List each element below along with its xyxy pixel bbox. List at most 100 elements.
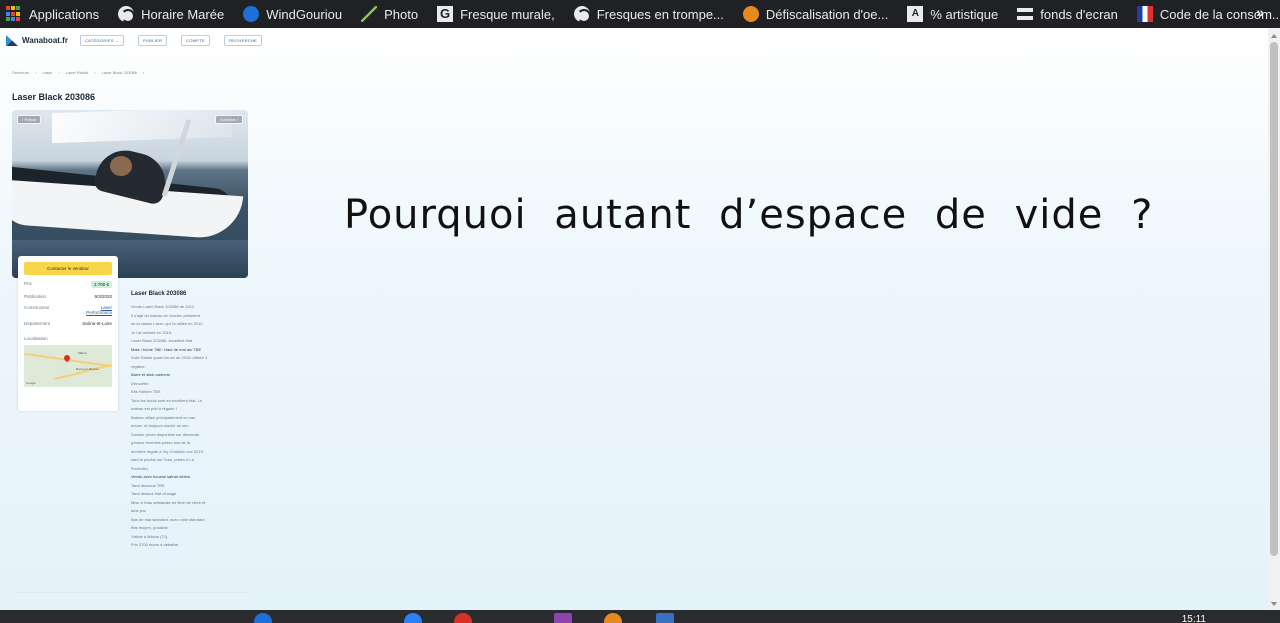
app-taskbar-icon[interactable]	[554, 613, 572, 623]
description: Laser Black 203086 Vends Laser Black 203…	[131, 291, 241, 550]
breadcrumb-deriveurs[interactable]: Dériveurs	[12, 70, 29, 75]
description-line: douce, et toujours stocké au sec.	[131, 423, 190, 428]
description-line: état moyen, possible.	[131, 525, 169, 530]
description-line: Il s'agit du bateau de l'ancien présiden…	[131, 312, 200, 318]
annotation-text: Pourquoi autant d’espace de vide ?	[344, 192, 1154, 238]
description-lines: Vends Laser Black 203086 de 2012. Il s'ag…	[131, 303, 241, 550]
department-label: Département	[24, 321, 51, 326]
bookmark-fonds-ecran[interactable]: fonds d'ecran	[1017, 4, 1118, 24]
globe-icon	[573, 6, 591, 23]
site-logo[interactable]: Wanaboat.fr	[22, 36, 68, 45]
app-taskbar-icon[interactable]	[604, 613, 622, 623]
nav-publier-button[interactable]: PUBLIER	[137, 35, 168, 46]
apps-grid-icon	[6, 6, 22, 22]
nav-recherche-button[interactable]: RECHERCHE	[224, 35, 263, 46]
builder-value: Laser Performance	[86, 305, 112, 315]
chrome-taskbar-icon[interactable]	[454, 613, 472, 623]
fonds-icon	[1017, 8, 1034, 20]
description-line: Mats / bôme TBE. Haut de mat alu TBE	[131, 346, 202, 352]
bookmark-defiscalisation[interactable]: Défiscalisation d'oe...	[742, 4, 888, 24]
publication-value: 9/3/2020	[94, 294, 112, 299]
breadcrumb-separator: ›	[94, 70, 96, 75]
back-button[interactable]: ‹ Retour	[17, 115, 42, 124]
bookmark-applications[interactable]: Applications	[6, 4, 99, 24]
breadcrumb-separator: ›	[143, 70, 145, 75]
breadcrumb-laser[interactable]: Laser	[42, 70, 52, 75]
location-label: Localisation	[24, 336, 48, 341]
bookmark-photo[interactable]: Photo	[361, 4, 418, 24]
description-line: Vendu avec housse safran dérive.	[131, 474, 192, 479]
description-line: Taud dessous TBE	[131, 482, 165, 488]
breadcrumb-separator: ›	[58, 70, 60, 75]
description-line: régates.	[131, 363, 146, 369]
location-map[interactable]: Mâcon Bourg-en-Bresse Google	[24, 345, 112, 387]
description-line: Voile Radial quasi neuve de 2018 utilisé…	[131, 355, 208, 360]
bookmark-label: Applications	[29, 6, 100, 22]
wanaboat-logo-icon[interactable]	[6, 35, 18, 46]
map-label: Mâcon	[78, 351, 88, 355]
photo-sailor-head	[110, 156, 132, 176]
bookmark-artistique[interactable]: A % artistique	[907, 4, 998, 24]
department-value: Saône-et-Loire	[82, 321, 112, 326]
description-line: Rochelle)	[131, 465, 148, 471]
description-line: Laser Black 203086, excellent état	[131, 338, 193, 343]
bookmark-windgouriou[interactable]: WindGouriou	[243, 4, 342, 24]
description-line: (photos récentes prises lors de la	[131, 440, 190, 445]
builder-link[interactable]: Performance	[86, 310, 112, 315]
map-label: Google	[26, 381, 36, 385]
defiscalisation-icon	[742, 6, 759, 22]
breadcrumb-current: Laser Black 203086	[101, 70, 137, 75]
builder-label: Constructeur	[24, 305, 50, 310]
flag-icon	[1136, 6, 1153, 22]
taskbar-clock[interactable]: 15:11	[1182, 614, 1206, 623]
bookmark-label: Fresques en trompe...	[596, 6, 724, 22]
scroll-down-icon[interactable]	[1271, 602, 1277, 606]
bookmark-label: Fresque murale,	[460, 6, 555, 22]
more-bookmarks-button[interactable]: »	[1256, 4, 1264, 20]
page-viewport: Wanaboat.fr CATÉGORIES ⌄ PUBLIER COMPTE …	[0, 28, 1268, 610]
fresque-icon: G	[437, 6, 454, 22]
builder-row: Constructeur Laser Performance	[24, 305, 112, 315]
contact-seller-button[interactable]: Contacter le vendeur	[24, 262, 112, 275]
bookmarks-bar: Applications Horaire Marée WindGouriou P…	[0, 0, 1280, 28]
bookmark-label: % artistique	[930, 6, 999, 22]
boat-photo[interactable]: ‹ Retour 4 photos ›	[12, 110, 248, 278]
publication-label: Publication	[24, 294, 47, 299]
price-row: Prix 3 700 €	[24, 281, 112, 288]
art-icon: A	[907, 6, 924, 22]
bookmark-horaire-maree[interactable]: Horaire Marée	[118, 4, 224, 24]
scrollbar-thumb[interactable]	[1270, 42, 1278, 556]
description-line: Prix 3700 euros à débattre.	[131, 542, 180, 547]
description-line: Dossier photo disponible sur demande	[131, 431, 200, 437]
breadcrumb: Dériveurs › Laser › Laser Radial › Laser…	[12, 70, 150, 75]
app-taskbar-icon[interactable]	[656, 613, 674, 623]
price-label: Prix	[24, 281, 32, 286]
divider	[12, 592, 248, 593]
breadcrumb-separator: ›	[35, 70, 37, 75]
publication-row: Publication 9/3/2020	[24, 294, 112, 299]
site-nav: Wanaboat.fr CATÉGORIES ⌄ PUBLIER COMPTE …	[6, 35, 276, 46]
description-line: Visible à Mâcon (71).	[131, 533, 169, 539]
globe-icon	[118, 6, 136, 23]
nav-compte-button[interactable]: COMPTE	[181, 35, 211, 46]
page-title: Laser Black 203086	[12, 92, 96, 102]
nav-categories-button[interactable]: CATÉGORIES ⌄	[79, 35, 124, 46]
bookmark-fresque-murale[interactable]: G Fresque murale,	[437, 4, 555, 24]
breadcrumb-laser-radial[interactable]: Laser Radial	[66, 70, 88, 75]
scroll-up-icon[interactable]	[1271, 34, 1277, 38]
bookmark-fresques-trompe[interactable]: Fresques en trompe...	[573, 4, 724, 24]
map-label: Bourg-en-Bresse	[76, 367, 99, 371]
photos-button[interactable]: 4 photos ›	[215, 115, 243, 124]
description-line: bateau est prêt à régater !	[131, 406, 178, 411]
browser-taskbar-icon[interactable]	[254, 613, 272, 623]
price-badge: 3 700 €	[90, 281, 112, 288]
description-line: tube pvc	[131, 508, 147, 513]
vertical-scrollbar[interactable]	[1268, 28, 1280, 610]
bookmark-label: WindGouriou	[266, 6, 343, 22]
description-line: Tous les bouts sont en excellent état. L…	[131, 397, 203, 403]
photo-icon	[361, 6, 378, 22]
taskbar: 15:11	[0, 610, 1280, 623]
description-line: Dérouette.	[131, 380, 150, 386]
description-line: Bateau utilisé principalement en eau	[131, 414, 196, 420]
app-taskbar-icon[interactable]	[404, 613, 422, 623]
